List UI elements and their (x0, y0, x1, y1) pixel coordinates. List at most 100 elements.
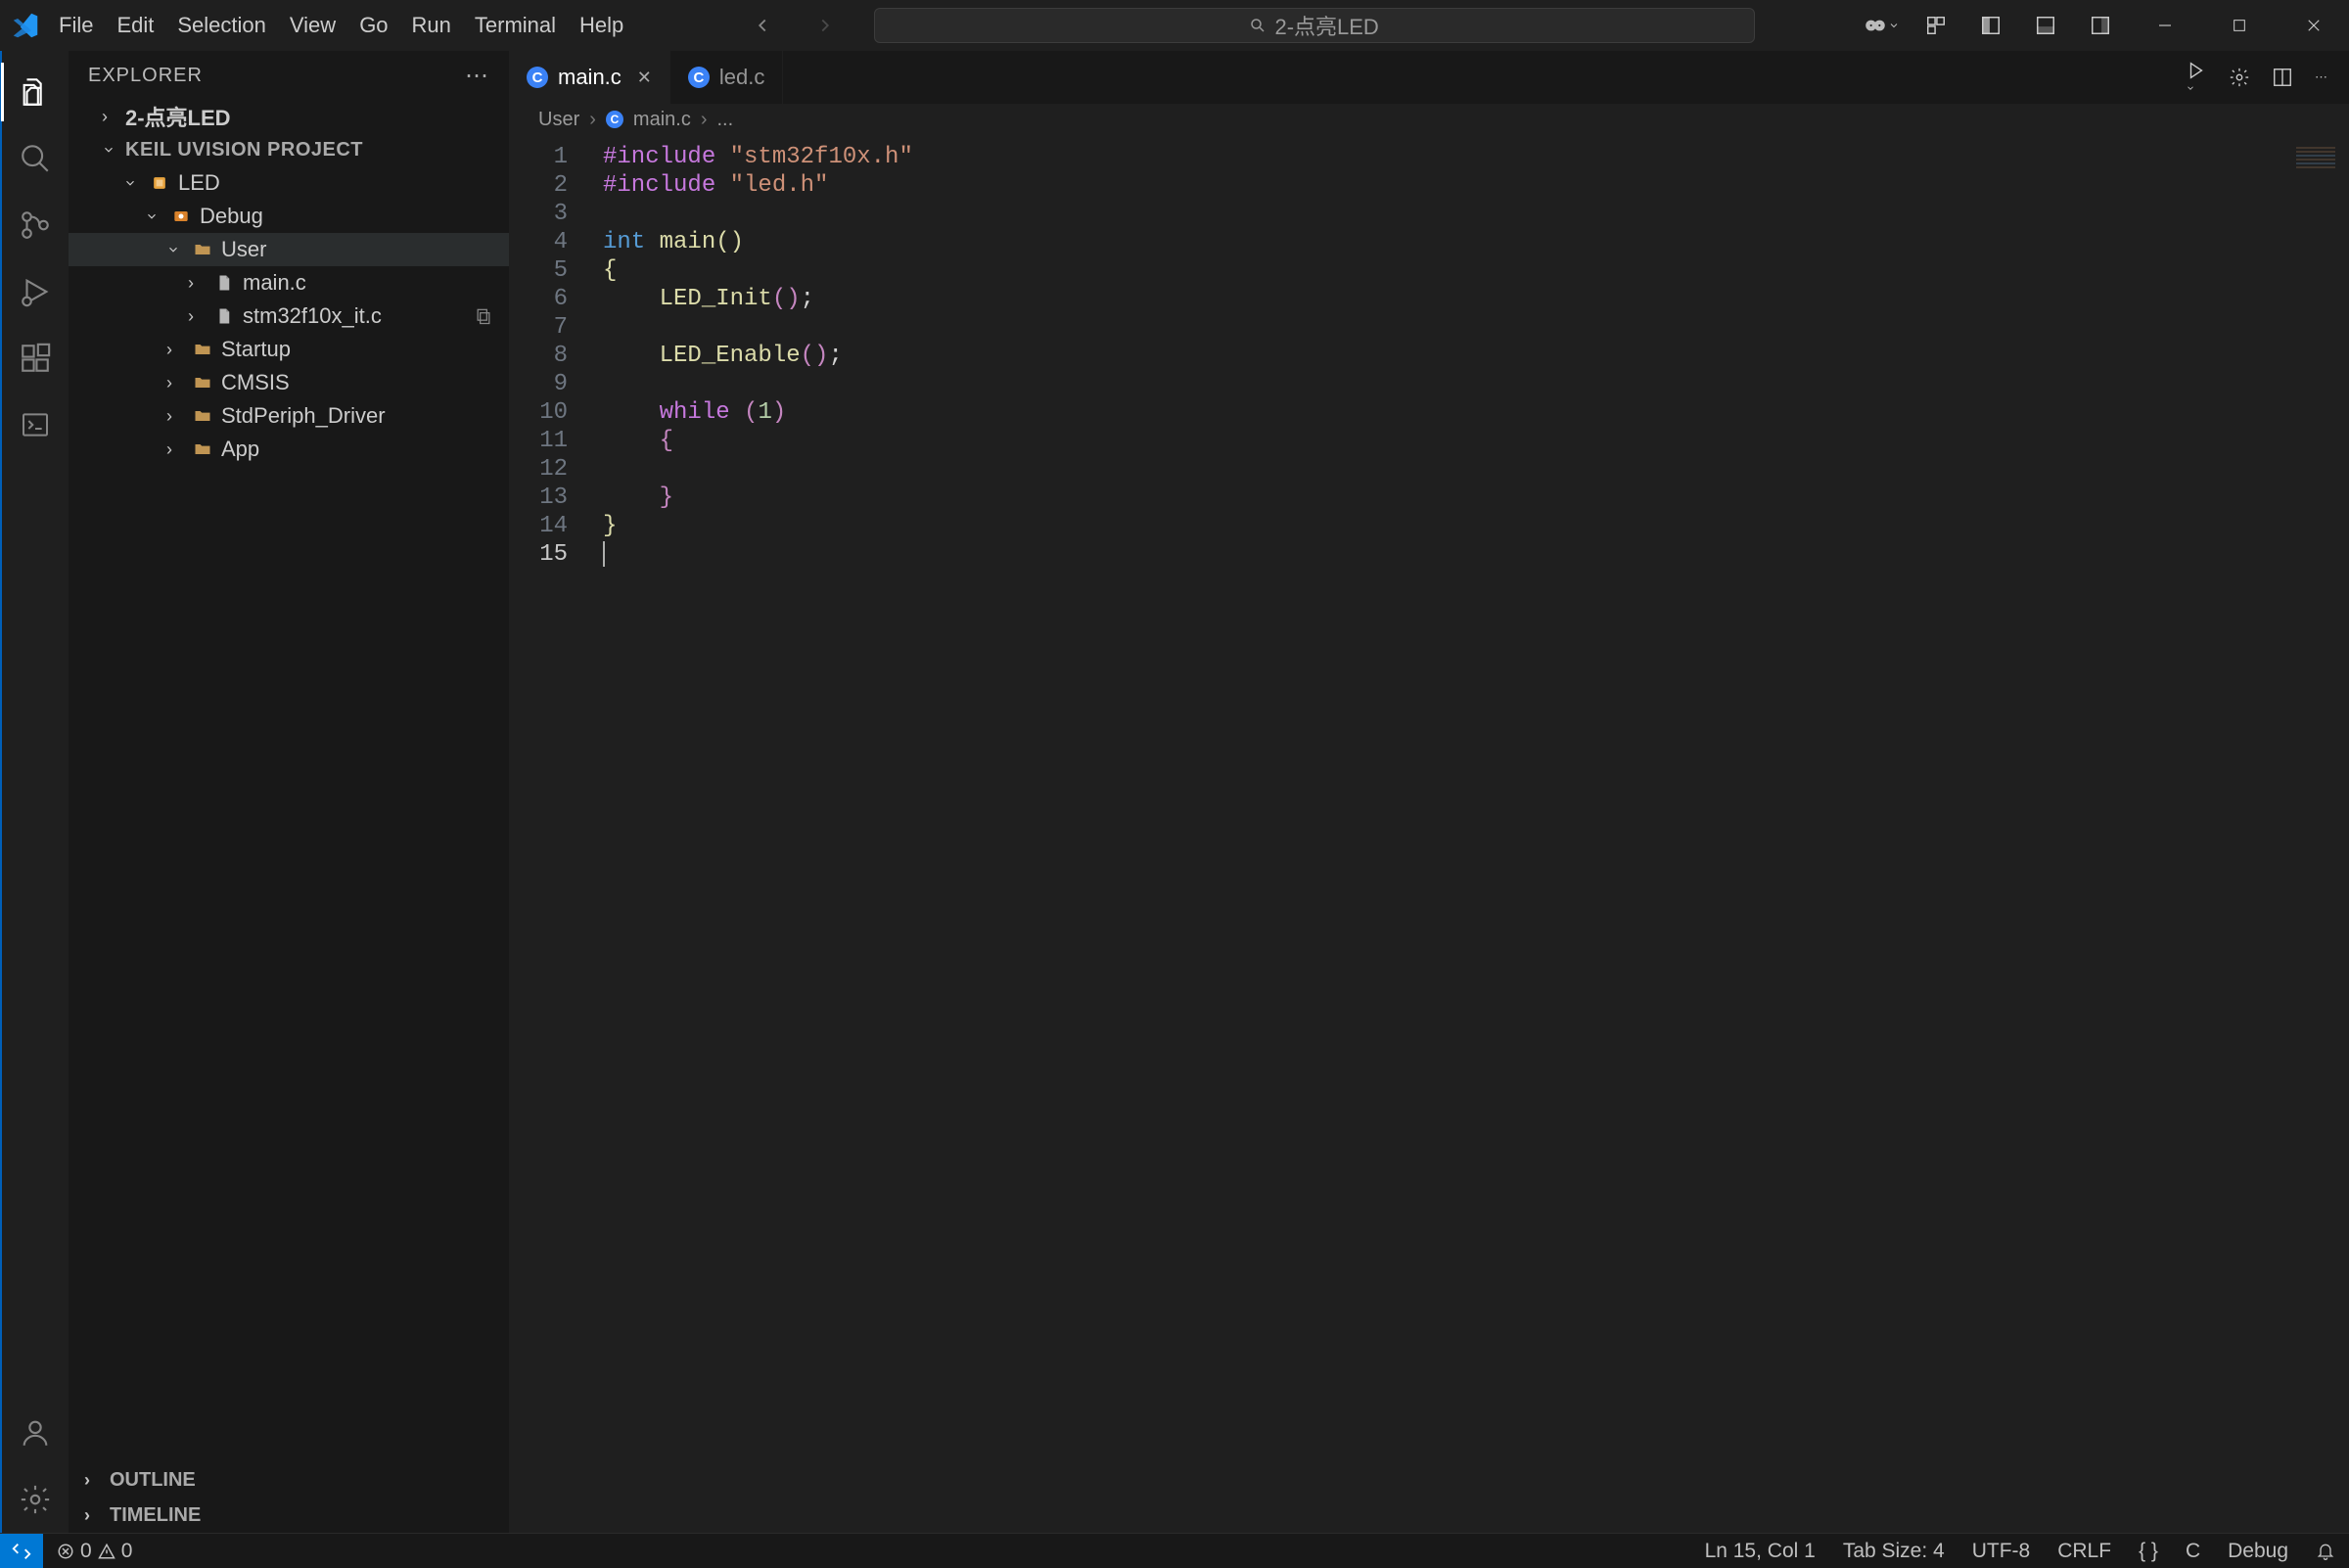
sidebar-explorer: EXPLORER ⋯ › 2-点亮LED KEIL UVISION PROJEC… (69, 51, 509, 1533)
command-center-search[interactable]: 2-点亮LED (874, 8, 1755, 43)
status-debug-label[interactable]: Debug (2214, 1540, 2302, 1563)
vscode-logo-icon (12, 12, 39, 39)
menu-terminal[interactable]: Terminal (463, 9, 568, 42)
tree-item-label: LED (178, 170, 220, 196)
code-content[interactable]: #include "stm32f10x.h" #include "led.h" … (583, 135, 913, 1533)
status-eol[interactable]: CRLF (2044, 1540, 2125, 1563)
tree-item-app[interactable]: › App (69, 433, 509, 466)
copy-icon[interactable] (474, 306, 493, 326)
tab-led-c[interactable]: C led.c (670, 51, 783, 104)
warning-count: 0 (121, 1540, 133, 1563)
sidebar-section-timeline[interactable]: › TIMELINE (69, 1498, 509, 1533)
status-problems[interactable]: 0 0 (43, 1540, 146, 1563)
search-icon (1249, 17, 1267, 34)
remote-indicator-icon[interactable] (0, 1534, 43, 1568)
folder-icon (190, 340, 215, 359)
editor-more-icon[interactable]: ⋯ (2315, 69, 2327, 85)
run-settings-gear-icon[interactable] (2229, 67, 2250, 88)
status-braces[interactable]: { } (2125, 1540, 2172, 1563)
search-placeholder: 2-点亮LED (1274, 10, 1378, 41)
chevron-down-icon (145, 209, 162, 223)
activity-extensions-icon[interactable] (1, 325, 69, 392)
code-editor[interactable]: 123456789101112131415 #include "stm32f10… (509, 135, 2349, 1533)
sidebar-section-outline[interactable]: › OUTLINE (69, 1462, 509, 1498)
c-lang-icon: C (606, 111, 623, 128)
menu-selection[interactable]: Selection (165, 9, 278, 42)
toggle-primary-sidebar-icon[interactable] (1971, 6, 2010, 45)
line-number-gutter: 123456789101112131415 (509, 135, 583, 1533)
menu-help[interactable]: Help (568, 9, 635, 42)
chevron-down-icon (123, 176, 141, 190)
menu-file[interactable]: File (47, 9, 105, 42)
activity-account-icon[interactable] (1, 1400, 69, 1466)
breadcrumbs[interactable]: User › C main.c › ... (509, 104, 2349, 135)
status-bar: 0 0 Ln 15, Col 1 Tab Size: 4 UTF-8 CRLF … (0, 1533, 2349, 1568)
tree-item-label: main.c (243, 270, 306, 296)
c-file-icon (211, 274, 237, 292)
c-lang-icon: C (688, 67, 710, 88)
menu-bar: File Edit Selection View Go Run Terminal… (47, 9, 635, 42)
folder-icon (190, 373, 215, 392)
run-play-icon[interactable] (2186, 60, 2207, 96)
chip-project-icon (147, 173, 172, 193)
chevron-right-icon: › (166, 373, 184, 393)
chevron-right-icon: › (166, 439, 184, 460)
window-minimize-icon[interactable] (2136, 6, 2194, 45)
minimap[interactable] (2296, 145, 2335, 170)
activity-settings-gear-icon[interactable] (1, 1466, 69, 1533)
breadcrumb-part[interactable]: main.c (633, 109, 691, 131)
status-language[interactable]: C (2172, 1540, 2214, 1563)
tree-section-keil[interactable]: KEIL UVISION PROJECT (69, 133, 509, 166)
explorer-more-icon[interactable]: ⋯ (465, 62, 489, 90)
activity-bar (0, 51, 69, 1533)
chevron-right-icon: › (701, 109, 708, 131)
menu-edit[interactable]: Edit (105, 9, 165, 42)
tree-workspace-root[interactable]: › 2-点亮LED (69, 100, 509, 133)
status-cursor-position[interactable]: Ln 15, Col 1 (1691, 1540, 1829, 1563)
menu-view[interactable]: View (278, 9, 347, 42)
menu-go[interactable]: Go (347, 9, 399, 42)
activity-search-icon[interactable] (1, 125, 69, 192)
tree-item-main-c[interactable]: › main.c (69, 266, 509, 300)
activity-source-control-icon[interactable] (1, 192, 69, 258)
activity-explorer-icon[interactable] (1, 59, 69, 125)
status-encoding[interactable]: UTF-8 (1958, 1540, 2045, 1563)
tree-item-debug[interactable]: Debug (69, 200, 509, 233)
breadcrumb-part[interactable]: ... (716, 109, 733, 131)
tree-item-label: stm32f10x_it.c (243, 303, 382, 329)
status-notifications-bell-icon[interactable] (2302, 1540, 2349, 1563)
folder-icon (190, 240, 215, 259)
c-lang-icon: C (527, 67, 548, 88)
chevron-right-icon: › (188, 306, 206, 327)
copilot-icon[interactable] (1862, 6, 1901, 45)
tree-item-label: CMSIS (221, 370, 290, 395)
window-maximize-icon[interactable] (2210, 6, 2269, 45)
breadcrumb-part[interactable]: User (538, 109, 579, 131)
activity-run-debug-icon[interactable] (1, 258, 69, 325)
layout-customize-icon[interactable] (1916, 6, 1956, 45)
tree-item-label: Debug (200, 204, 263, 229)
toggle-secondary-sidebar-icon[interactable] (2081, 6, 2120, 45)
nav-forward-icon[interactable] (806, 6, 845, 45)
toggle-panel-icon[interactable] (2026, 6, 2065, 45)
close-icon[interactable]: ✕ (637, 68, 652, 88)
target-debug-icon (168, 207, 194, 226)
tree-item-stm32[interactable]: › stm32f10x_it.c (69, 300, 509, 333)
status-tab-size[interactable]: Tab Size: 4 (1829, 1540, 1958, 1563)
keil-section-label: KEIL UVISION PROJECT (125, 139, 363, 161)
split-editor-icon[interactable] (2272, 67, 2293, 88)
error-count: 0 (80, 1540, 92, 1563)
tree-item-led[interactable]: LED (69, 166, 509, 200)
window-close-icon[interactable] (2284, 6, 2343, 45)
c-file-icon (211, 307, 237, 325)
activity-terminal-icon[interactable] (1, 392, 69, 458)
tab-main-c[interactable]: C main.c ✕ (509, 51, 670, 104)
tree-item-cmsis[interactable]: › CMSIS (69, 366, 509, 399)
editor-area: C main.c ✕ C led.c ⋯ User › C (509, 51, 2349, 1533)
tree-item-startup[interactable]: › Startup (69, 333, 509, 366)
timeline-section-label: TIMELINE (110, 1504, 201, 1527)
tree-item-user[interactable]: User (69, 233, 509, 266)
nav-back-icon[interactable] (743, 6, 782, 45)
tree-item-stdperiph[interactable]: › StdPeriph_Driver (69, 399, 509, 433)
menu-run[interactable]: Run (400, 9, 463, 42)
